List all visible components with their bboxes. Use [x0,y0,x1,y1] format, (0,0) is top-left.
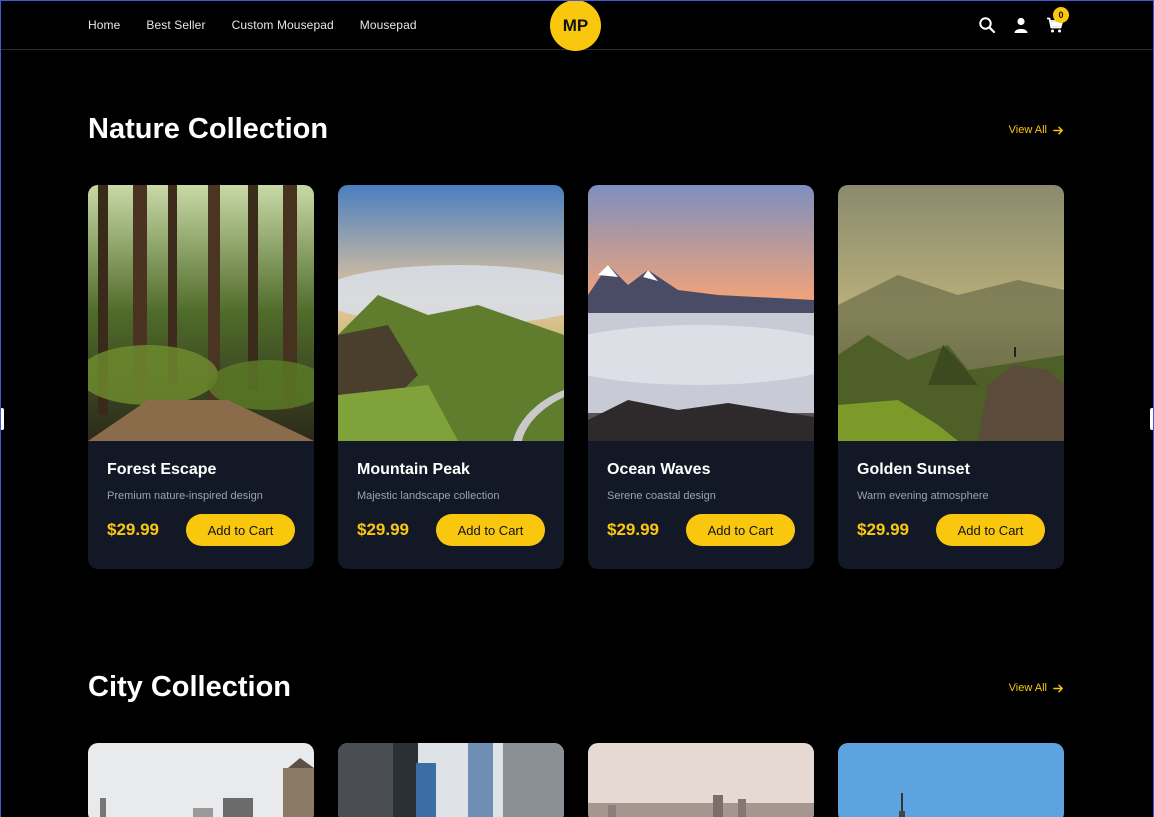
product-card-body: Mountain Peak Majestic landscape collect… [338,441,564,569]
product-image-mountain[interactable] [338,185,564,441]
cart-icon[interactable]: 0 [1046,7,1069,34]
product-card-body: Ocean Waves Serene coastal design $29.99… [588,441,814,569]
product-title: Ocean Waves [607,461,711,478]
product-image-city-1[interactable] [88,743,314,817]
product-footer: $29.99 Add to Cart [107,514,295,546]
product-card[interactable]: Golden Sunset Warm evening atmosphere $2… [838,185,1064,569]
product-description: Majestic landscape collection [357,490,500,502]
arrow-right-icon [1053,684,1063,692]
main-nav: Home Best Seller Custom Mousepad Mousepa… [88,0,417,50]
right-scroll-handle[interactable] [1150,408,1154,430]
nav-custom-mousepad[interactable]: Custom Mousepad [232,18,334,32]
product-footer: $29.99 Add to Cart [607,514,795,546]
nav-best-seller[interactable]: Best Seller [146,18,205,32]
product-footer: $29.99 Add to Cart [857,514,1045,546]
product-price: $29.99 [857,520,909,539]
product-card-body: Forest Escape Premium nature-inspired de… [88,441,314,569]
nav-home[interactable]: Home [88,18,120,32]
product-price: $29.99 [107,520,159,539]
product-price: $29.99 [357,520,409,539]
product-card[interactable] [838,743,1064,817]
left-scroll-handle[interactable] [0,408,4,430]
view-all-label: View All [1008,682,1047,694]
product-price: $29.99 [607,520,659,539]
product-image-city-4[interactable] [838,743,1064,817]
nature-product-grid: Forest Escape Premium nature-inspired de… [88,185,1064,569]
product-image-city-2[interactable] [338,743,564,817]
product-description: Warm evening atmosphere [857,490,989,502]
product-image-forest[interactable] [88,185,314,441]
product-card[interactable] [588,743,814,817]
arrow-right-icon [1053,126,1063,134]
product-card[interactable]: Mountain Peak Majestic landscape collect… [338,185,564,569]
nature-section-title: Nature Collection [88,113,329,145]
user-icon[interactable] [1012,16,1030,34]
add-to-cart-button[interactable]: Add to Cart [686,514,795,546]
product-card[interactable]: Ocean Waves Serene coastal design $29.99… [588,185,814,569]
product-card-body: Golden Sunset Warm evening atmosphere $2… [838,441,1064,569]
site-logo[interactable]: MP [550,0,601,51]
product-description: Serene coastal design [607,490,716,502]
product-title: Golden Sunset [857,461,970,478]
add-to-cart-button[interactable]: Add to Cart [186,514,295,546]
nature-view-all-link[interactable]: View All [1009,124,1064,136]
city-section-title: City Collection [88,671,292,703]
cart-count-badge: 0 [1053,7,1069,23]
product-image-ocean[interactable] [588,185,814,441]
city-product-grid [88,743,1064,817]
header-actions: 0 [978,7,1069,34]
add-to-cart-button[interactable]: Add to Cart [936,514,1045,546]
city-view-all-link[interactable]: View All [1009,682,1064,694]
product-title: Forest Escape [107,461,217,478]
product-description: Premium nature-inspired design [107,490,263,502]
search-icon[interactable] [978,16,996,34]
product-image-city-3[interactable] [588,743,814,817]
product-card[interactable] [88,743,314,817]
product-title: Mountain Peak [357,461,470,478]
product-image-sunset[interactable] [838,185,1064,441]
nav-mousepad[interactable]: Mousepad [360,18,417,32]
product-footer: $29.99 Add to Cart [357,514,545,546]
view-all-label: View All [1008,124,1047,136]
product-card[interactable]: Forest Escape Premium nature-inspired de… [88,185,314,569]
site-header: Home Best Seller Custom Mousepad Mousepa… [0,0,1154,51]
add-to-cart-button[interactable]: Add to Cart [436,514,545,546]
product-card[interactable] [338,743,564,817]
